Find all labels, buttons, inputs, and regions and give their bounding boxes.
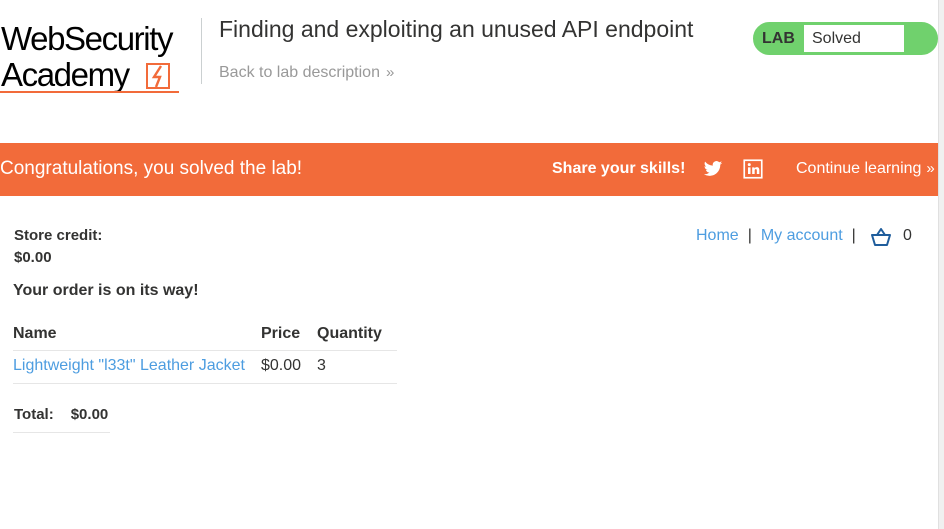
- total-row: Total: $0.00: [13, 398, 111, 433]
- cart-count: 0: [903, 227, 912, 244]
- continue-learning-label: Continue learning: [796, 160, 922, 177]
- cell-price: $0.00: [261, 350, 317, 384]
- academy-logo-icon: [146, 63, 170, 89]
- home-link[interactable]: Home: [696, 227, 739, 244]
- logo-text-line1: WebSecurity: [1, 20, 173, 57]
- my-account-link[interactable]: My account: [761, 227, 843, 244]
- share-skills-label: Share your skills!: [552, 160, 686, 177]
- congratulations-message: Congratulations, you solved the lab!: [0, 158, 303, 179]
- page: WebSecurity Academy Finding and exploiti…: [0, 0, 944, 529]
- nav-separator: |: [747, 227, 752, 244]
- table-row: Lightweight "l33t" Leather Jacket $0.00 …: [13, 350, 397, 384]
- continue-learning-link[interactable]: Continue learning»: [796, 159, 935, 179]
- lab-status-text: Solved: [804, 25, 904, 52]
- order-status-message: Your order is on its way!: [13, 282, 199, 299]
- back-link-label: Back to lab description: [219, 64, 380, 81]
- web-security-academy-logo[interactable]: WebSecurity Academy: [0, 20, 200, 96]
- column-header-name: Name: [13, 318, 261, 351]
- double-chevron-right-icon: »: [385, 64, 395, 81]
- cell-quantity: 3: [317, 350, 397, 384]
- store-credit-value: $0.00: [14, 249, 52, 266]
- double-chevron-right-icon: »: [926, 160, 935, 177]
- solved-banner: Congratulations, you solved the lab! Sha…: [0, 143, 944, 196]
- cart-icon[interactable]: [870, 227, 892, 247]
- lab-title: Finding and exploiting an unused API end…: [219, 16, 694, 42]
- logo-underline: [0, 91, 179, 93]
- column-header-price: Price: [261, 318, 317, 351]
- total-value: $0.00: [70, 398, 111, 433]
- total-label: Total:: [13, 398, 71, 433]
- logo-text-line2: Academy: [1, 56, 130, 93]
- lab-status-widget: LAB Solved: [753, 22, 938, 55]
- nav-separator: |: [851, 227, 856, 244]
- back-to-lab-description-link[interactable]: Back to lab description »: [219, 63, 394, 83]
- header-divider: [201, 18, 202, 84]
- linkedin-icon[interactable]: [743, 159, 763, 179]
- column-header-quantity: Quantity: [317, 318, 397, 351]
- account-nav: Home | My account |: [696, 226, 865, 246]
- window-edge: [938, 0, 944, 529]
- lab-status-tag: LAB: [762, 30, 795, 47]
- order-total-table: Total: $0.00: [13, 398, 111, 433]
- store-credit-label: Store credit:: [14, 227, 103, 244]
- table-header-row: Name Price Quantity: [13, 318, 397, 351]
- twitter-icon[interactable]: [703, 159, 723, 179]
- product-link[interactable]: Lightweight "l33t" Leather Jacket: [13, 357, 245, 374]
- cell-product-name: Lightweight "l33t" Leather Jacket: [13, 350, 261, 384]
- order-table: Name Price Quantity Lightweight "l33t" L…: [13, 318, 397, 384]
